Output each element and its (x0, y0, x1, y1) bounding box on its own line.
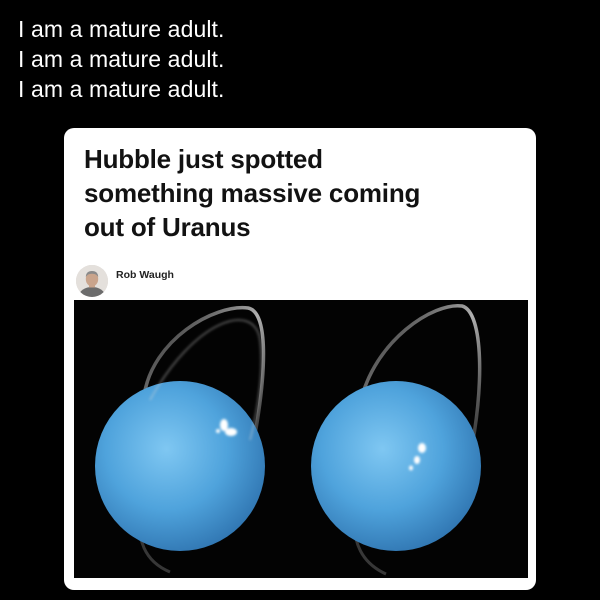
uranus-right (311, 304, 482, 576)
caption-line: I am a mature adult. (18, 46, 225, 72)
uranus-image (95, 304, 482, 576)
uranus-left (95, 306, 266, 574)
article-headline[interactable]: Hubble just spotted something massive co… (84, 142, 514, 244)
author-portrait-icon (76, 265, 108, 297)
caption-line: I am a mature adult. (18, 16, 225, 42)
author-name[interactable]: Rob Waugh (116, 269, 174, 281)
caption-text: I am a mature adult. I am a mature adult… (18, 14, 225, 104)
headline-line: something massive coming (84, 178, 421, 208)
headline-line: out of Uranus (84, 212, 251, 242)
article-card[interactable]: Hubble just spotted something massive co… (64, 128, 536, 590)
byline: Rob Waugh (76, 264, 174, 298)
uranus-aurora-photo (74, 300, 528, 578)
headline-line: Hubble just spotted (84, 144, 323, 174)
author-avatar[interactable] (76, 265, 108, 297)
meme-page: I am a mature adult. I am a mature adult… (0, 0, 600, 600)
caption-line: I am a mature adult. (18, 76, 225, 102)
